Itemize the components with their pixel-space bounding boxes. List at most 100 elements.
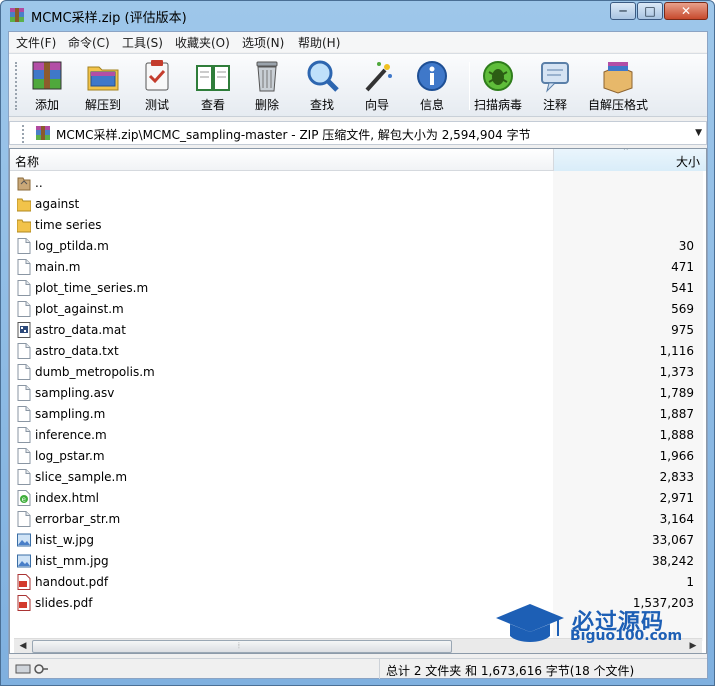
file-size: 569 [671,302,694,316]
file-row[interactable]: dumb_metropolis.m 1,373 [10,362,706,383]
column-size-header[interactable]: ⌃ 大小 [553,149,706,171]
document-icon [17,469,31,485]
title-bar: MCMC采样.zip (评估版本) ─ □ ✕ [1,1,714,29]
watermark: 必过源码 Biguo100.com [494,600,709,652]
extract-to-button[interactable]: 解压到 [79,56,127,116]
file-row[interactable]: log_ptilda.m 30 [10,236,706,257]
file-size: 1,373 [659,365,694,379]
sort-ascending-icon: ⌃ [622,148,630,157]
maximize-icon: □ [644,4,656,18]
file-size: 3,164 [659,512,694,526]
delete-button[interactable]: 删除 [247,56,287,116]
toolbar-grip[interactable] [15,62,18,110]
file-row[interactable]: main.m 471 [10,257,706,278]
pdf-file-icon [17,595,31,611]
menu-favorites[interactable]: 收藏夹(O) [175,34,230,51]
app-window: MCMC采样.zip (评估版本) ─ □ ✕ 文件(F) 命令(C) 工具(S… [0,0,715,686]
winrar-app-icon[interactable] [9,7,25,23]
minimize-icon: ─ [619,4,627,18]
minimize-button[interactable]: ─ [610,2,636,20]
close-button[interactable]: ✕ [664,2,708,20]
path-dropdown-icon[interactable]: ▼ [695,128,702,138]
view-button[interactable]: 查看 [191,56,235,116]
file-size: 1,888 [659,428,694,442]
document-icon [17,448,31,464]
wizard-button[interactable]: 向导 [357,56,397,116]
drive-key-icon[interactable] [15,662,49,676]
file-list[interactable]: 名称 ⌃ 大小 .. against time series log_ptilda.m… [9,148,707,654]
file-size: 471 [671,260,694,274]
column-name-header[interactable]: 名称 [15,153,39,170]
test-icon [145,60,169,91]
info-icon [417,61,447,91]
file-name: sampling.m [35,407,106,421]
file-size: 975 [671,323,694,337]
file-row[interactable]: handout.pdf 1 [10,572,706,593]
virus-scan-button[interactable]: 扫描病毒 [472,56,524,116]
pdf-file-icon [17,574,31,590]
file-name: inference.m [35,428,107,442]
file-row[interactable]: astro_data.txt 1,116 [10,341,706,362]
address-bar[interactable]: MCMC采样.zip\MCMC_sampling-master - ZIP 压缩… [9,121,707,145]
virus-scan-label: 扫描病毒 [473,98,522,112]
add-button[interactable]: 添加 [27,56,67,116]
file-row[interactable]: hist_mm.jpg 38,242 [10,551,706,572]
graduation-cap-logo [496,604,564,642]
document-icon [17,511,31,527]
document-icon [17,343,31,359]
sfx-label: 自解压格式 [587,98,648,112]
sfx-box-icon [603,62,633,94]
file-row[interactable]: log_pstar.m 1,966 [10,446,706,467]
menu-help[interactable]: 帮助(H) [298,34,340,51]
image-file-icon [17,553,31,569]
maximize-button[interactable]: □ [637,2,663,20]
file-row[interactable]: e index.html 2,971 [10,488,706,509]
sfx-button[interactable]: 自解压格式 [586,56,650,116]
menu-options[interactable]: 选项(N) [242,34,284,51]
file-row[interactable]: time series [10,215,706,236]
file-row[interactable]: .. [10,173,706,194]
file-name: main.m [35,260,81,274]
test-button[interactable]: 测试 [137,56,177,116]
file-size: 30 [678,239,694,253]
file-size: 38,242 [652,554,694,568]
file-name: plot_against.m [35,302,124,316]
extract-to-icon [87,66,119,91]
menu-command[interactable]: 命令(C) [68,34,110,51]
menu-tools[interactable]: 工具(S) [122,34,163,51]
comment-label: 注释 [542,98,567,112]
svg-text:e: e [22,496,26,504]
comment-button[interactable]: 注释 [535,56,575,116]
menu-file[interactable]: 文件(F) [16,34,56,51]
file-row[interactable]: plot_time_series.m 541 [10,278,706,299]
close-icon: ✕ [680,4,692,18]
file-row[interactable]: inference.m 1,888 [10,425,706,446]
scrollbar-thumb[interactable]: ⦙ [32,640,452,653]
file-name: handout.pdf [35,575,109,589]
file-row[interactable]: slice_sample.m 2,833 [10,467,706,488]
column-size-label: 大小 [675,155,700,169]
file-name: time series [35,218,102,232]
column-header: 名称 ⌃ 大小 [10,149,706,171]
file-row[interactable]: sampling.asv 1,789 [10,383,706,404]
client-area: 文件(F) 命令(C) 工具(S) 收藏夹(O) 选项(N) 帮助(H) 添加 [8,31,708,679]
file-name: .. [35,176,43,190]
scroll-left-icon[interactable]: ◀ [16,641,30,653]
file-row[interactable]: sampling.m 1,887 [10,404,706,425]
file-row[interactable]: astro_data.mat 975 [10,320,706,341]
toolbar: 添加 解压到 测试 查看 删除 查找 向导 信息 扫描病毒 注释 自解压格式 [9,53,707,117]
document-icon [17,301,31,317]
file-row[interactable]: plot_against.m 569 [10,299,706,320]
file-name: hist_w.jpg [35,533,94,547]
file-row[interactable]: errorbar_str.m 3,164 [10,509,706,530]
test-label: 测试 [144,98,169,112]
info-button[interactable]: 信息 [412,56,452,116]
find-label: 查找 [309,98,334,112]
document-icon [17,238,31,254]
file-row[interactable]: against [10,194,706,215]
find-button[interactable]: 查找 [302,56,342,116]
status-summary: 总计 2 文件夹 和 1,673,616 字节(18 个文件) [386,664,635,678]
file-row[interactable]: hist_w.jpg 33,067 [10,530,706,551]
file-rows: .. against time series log_ptilda.m 30 main.m… [10,173,706,614]
wizard-label: 向导 [364,98,389,112]
